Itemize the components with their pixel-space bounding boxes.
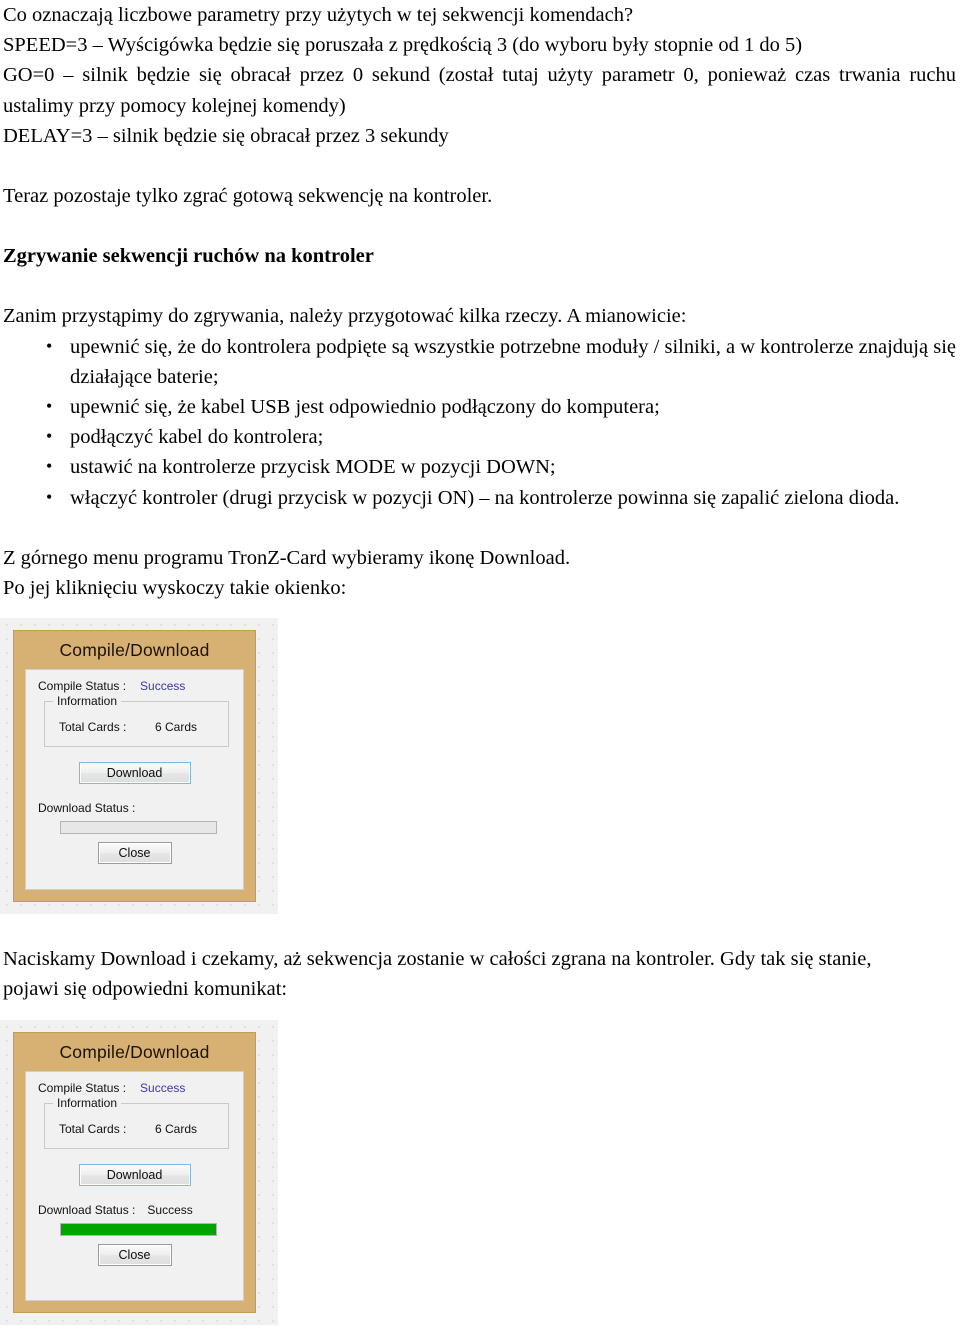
download-progress-bar	[60, 1222, 217, 1236]
bullet-icon: •	[46, 396, 53, 417]
total-cards-value: 6 Cards	[155, 720, 198, 735]
bullet-icon: •	[46, 335, 53, 356]
dialog-frame-after: Compile/Download Compile Status : Succes…	[13, 1031, 256, 1313]
list-item-label: podłączyć kabel do kontrolera;	[70, 426, 324, 449]
post-figure-gap-1	[3, 914, 956, 944]
compile-status-label: Compile Status :	[38, 679, 127, 694]
list-item: • upewnić się, że kabel USB jest odpowied…	[3, 392, 956, 422]
figure-compile-download-after: Compile/Download Compile Status : Succes…	[0, 1020, 278, 1325]
paragraph-intro: Zanim przystąpimy do zgrywania, należy p…	[3, 305, 687, 328]
paragraph-go: GO=0 – silnik będzie się obracał przez 0…	[3, 64, 956, 117]
total-cards-label: Total Cards :	[59, 720, 127, 735]
paragraph-press-download-1: Naciskamy Download i czekamy, aż sekwenc…	[3, 948, 872, 971]
total-cards-label: Total Cards :	[59, 1121, 127, 1136]
paragraph-window-hint: Po jej kliknięciu wyskoczy takie okienko…	[3, 577, 347, 600]
compile-status-value: Success	[140, 679, 186, 694]
dialog-title: Compile/Download	[59, 1041, 210, 1062]
information-groupbox: Information Total Cards : 6 Cards	[44, 694, 229, 748]
total-cards-row: Total Cards : 6 Cards	[59, 1122, 218, 1136]
download-button[interactable]: Download	[78, 762, 191, 785]
information-legend: Information	[53, 1095, 122, 1110]
paragraph-speed: SPEED=3 – Wyścigówka będzie się poruszał…	[3, 34, 803, 57]
total-cards-row: Total Cards : 6 Cards	[59, 720, 218, 734]
download-status-label: Download Status :	[38, 1202, 136, 1217]
dialog-frame-before: Compile/Download Compile Status : Succes…	[13, 630, 256, 903]
dialog-title: Compile/Download	[59, 640, 210, 661]
bullet-icon: •	[46, 426, 53, 447]
bullet-icon: •	[46, 486, 53, 507]
document-body: Co oznaczają liczbowe parametry przy uży…	[0, 0, 960, 618]
pre-figure-gap-1	[3, 603, 956, 618]
close-button[interactable]: Close	[97, 1243, 172, 1266]
list-item-label: ustawić na kontrolerze przycisk MODE w p…	[70, 456, 556, 479]
paragraph-press-download-2: pojawi się odpowiedni komunikat:	[3, 978, 288, 1001]
information-groupbox: Information Total Cards : 6 Cards	[44, 1095, 229, 1149]
figure-compile-download-before: Compile/Download Compile Status : Succes…	[0, 618, 278, 914]
list-item: • ustawić na kontrolerze przycisk MODE w …	[3, 452, 956, 482]
paragraph-teraz: Teraz pozostaje tylko zgrać gotową sekwe…	[3, 185, 493, 208]
download-status-row: Download Status : Success	[38, 1203, 231, 1217]
document-body-2: Naciskamy Download i czekamy, aż sekwenc…	[0, 914, 960, 1019]
pre-figure-gap-2	[3, 1005, 956, 1020]
list-item-label: upewnić się, że kabel USB jest odpowiedn…	[70, 396, 660, 419]
list-item: • upewnić się, że do kontrolera podpięte …	[3, 332, 956, 392]
document-page: Co oznaczają liczbowe parametry przy uży…	[0, 0, 960, 1335]
download-status-value: Success	[147, 1202, 193, 1217]
information-legend: Information	[53, 694, 122, 709]
paragraph-delay: DELAY=3 – silnik będzie się obracał prze…	[3, 124, 449, 147]
paragraph-question: Co oznaczają liczbowe parametry przy uży…	[3, 4, 634, 26]
compile-status-label: Compile Status :	[38, 1080, 127, 1095]
download-status-row: Download Status :	[38, 801, 231, 815]
paragraph-menu-hint: Z górnego menu programu TronZ-Card wybie…	[3, 546, 571, 569]
list-item: • włączyć kontroler (drugi przycisk w poz…	[3, 483, 956, 513]
compile-status-row: Compile Status : Success	[38, 679, 231, 693]
download-progress-fill	[61, 1223, 216, 1235]
download-status-label: Download Status :	[38, 801, 136, 816]
download-button[interactable]: Download	[78, 1163, 191, 1186]
section-heading: Zgrywanie sekwencji ruchów na kontroler	[3, 245, 374, 268]
post-list-gap	[3, 513, 956, 543]
dialog-body-after: Compile Status : Success Information Tot…	[25, 1070, 244, 1301]
total-cards-value: 6 Cards	[155, 1121, 198, 1136]
list-item-label: upewnić się, że do kontrolera podpięte s…	[70, 335, 956, 388]
dialog-body-before: Compile Status : Success Information Tot…	[25, 669, 244, 891]
download-progress-bar	[60, 821, 217, 835]
list-item-label: włączyć kontroler (drugi przycisk w pozy…	[70, 486, 900, 509]
heading-gap-below	[3, 271, 956, 301]
preparation-list: • upewnić się, że do kontrolera podpięte …	[3, 332, 956, 513]
list-item: • podłączyć kabel do kontrolera;	[3, 422, 956, 452]
heading-gap-above	[3, 211, 956, 241]
compile-status-value: Success	[140, 1080, 186, 1095]
bullet-icon: •	[46, 456, 53, 477]
compile-status-row: Compile Status : Success	[38, 1081, 231, 1095]
close-button[interactable]: Close	[97, 842, 172, 865]
